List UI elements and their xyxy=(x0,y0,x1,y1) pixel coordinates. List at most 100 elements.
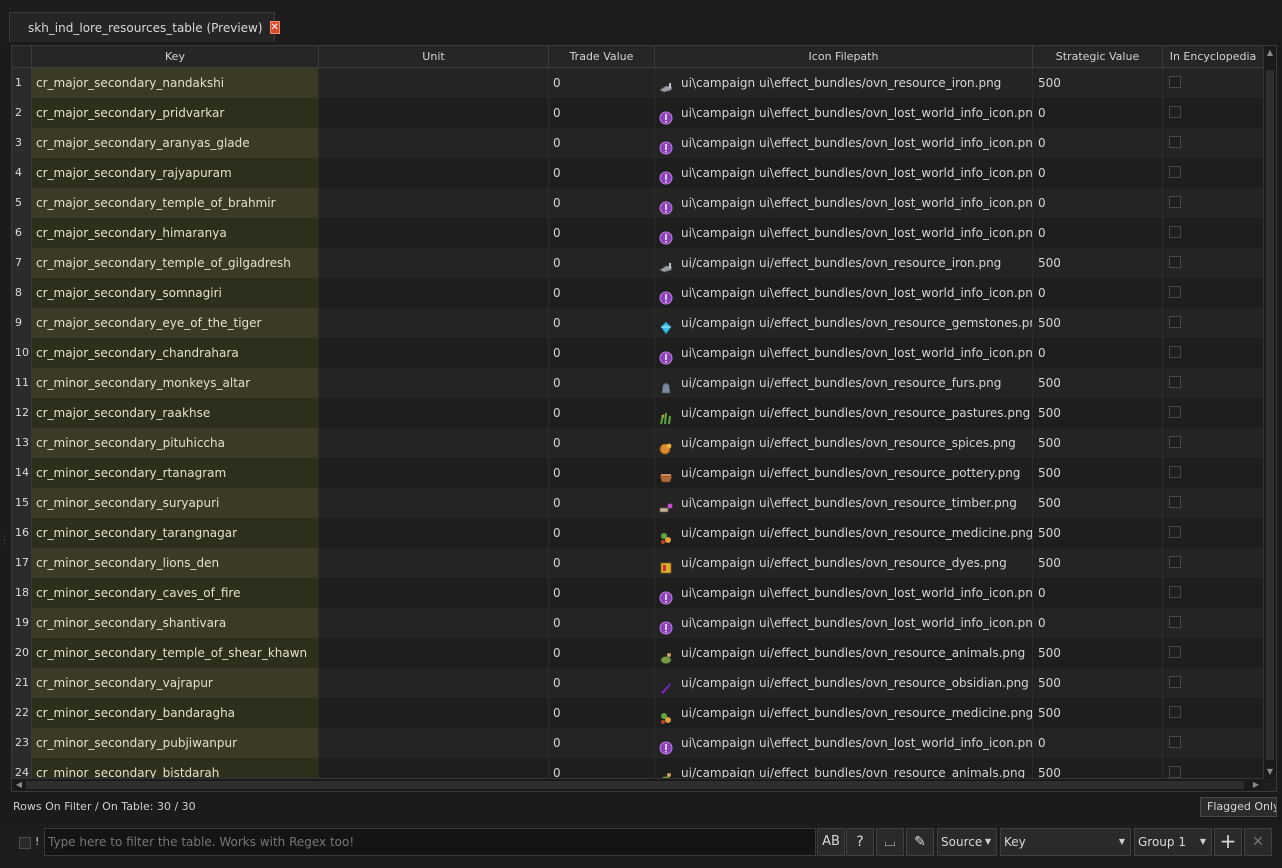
row-number[interactable]: 22 xyxy=(12,698,32,728)
strategic-value-cell[interactable]: 500 xyxy=(1033,668,1163,698)
table-row[interactable]: 6 cr_major_secondary_himaranya 0 ui\campaig… xyxy=(12,218,1276,248)
icon-filepath-cell[interactable]: ui/campaign ui/effect_bundles/ovn_resour… xyxy=(655,458,1033,488)
table-row[interactable]: 1 cr_major_secondary_nandakshi 0 ui\campaig… xyxy=(12,68,1276,98)
table-row[interactable]: 19 cr_minor_secondary_shantivara 0 ui\campa… xyxy=(12,608,1276,638)
in-encyclopedia-checkbox[interactable] xyxy=(1169,376,1181,388)
key-cell[interactable]: cr_minor_secondary_tarangnagar xyxy=(32,518,319,548)
key-cell[interactable]: cr_minor_secondary_bandaragha xyxy=(32,698,319,728)
table-row[interactable]: 5 cr_major_secondary_temple_of_brahmir 0 ui… xyxy=(12,188,1276,218)
trade-value-cell[interactable]: 0 xyxy=(549,758,655,779)
in-encyclopedia-checkbox[interactable] xyxy=(1169,316,1181,328)
trade-value-cell[interactable]: 0 xyxy=(549,248,655,278)
in-encyclopedia-checkbox[interactable] xyxy=(1169,466,1181,478)
icon-filepath-cell[interactable]: ui\campaign ui\effect_bundles/ovn_lost_w… xyxy=(655,98,1033,128)
row-number[interactable]: 15 xyxy=(12,488,32,518)
unit-cell[interactable] xyxy=(319,68,549,98)
icon-filepath-cell[interactable]: ui\campaign ui\effect_bundles/ovn_lost_w… xyxy=(655,278,1033,308)
strategic-value-cell[interactable]: 500 xyxy=(1033,548,1163,578)
table-row[interactable]: 11 cr_minor_secondary_monkeys_altar 0 ui/ca… xyxy=(12,368,1276,398)
trade-value-cell[interactable]: 0 xyxy=(549,188,655,218)
row-number[interactable]: 1 xyxy=(12,68,32,98)
remove-filter-button[interactable]: ✕ xyxy=(1244,828,1272,856)
table-row[interactable]: 12 cr_major_secondary_raakhse 0 ui/campaign… xyxy=(12,398,1276,428)
column-header-icon-filepath[interactable]: Icon Filepath xyxy=(655,46,1033,67)
source-select[interactable]: Source ▼ xyxy=(937,828,997,856)
in-encyclopedia-checkbox[interactable] xyxy=(1169,196,1181,208)
table-row[interactable]: 20 cr_minor_secondary_temple_of_shear_kha… xyxy=(12,638,1276,668)
icon-filepath-cell[interactable]: ui/campaign ui/effect_bundles/ovn_resour… xyxy=(655,698,1033,728)
row-number[interactable]: 24 xyxy=(12,758,32,779)
trade-value-cell[interactable]: 0 xyxy=(549,698,655,728)
unit-cell[interactable] xyxy=(319,128,549,158)
row-number[interactable]: 11 xyxy=(12,368,32,398)
row-number[interactable]: 12 xyxy=(12,398,32,428)
strategic-value-cell[interactable]: 500 xyxy=(1033,638,1163,668)
strategic-value-cell[interactable]: 0 xyxy=(1033,608,1163,638)
add-filter-button[interactable]: + xyxy=(1214,828,1242,856)
in-encyclopedia-checkbox[interactable] xyxy=(1169,706,1181,718)
column-header-in-encyclopedia[interactable]: In Encyclopedia xyxy=(1163,46,1263,67)
icon-filepath-cell[interactable]: ui/campaign ui/effect_bundles/ovn_resour… xyxy=(655,758,1033,779)
table-row[interactable]: 7 cr_major_secondary_temple_of_gilgadresh… xyxy=(12,248,1276,278)
flagged-only-button[interactable]: Flagged Only▾ xyxy=(1200,797,1277,817)
edit-filter-button[interactable]: ✎ xyxy=(906,828,934,856)
key-cell[interactable]: cr_minor_secondary_pubjiwanpur xyxy=(32,728,319,758)
row-number[interactable]: 10 xyxy=(12,338,32,368)
table-row[interactable]: 13 cr_minor_secondary_pituhiccha 0 ui/campa… xyxy=(12,428,1276,458)
unit-cell[interactable] xyxy=(319,188,549,218)
key-cell[interactable]: cr_major_secondary_rajyapuram xyxy=(32,158,319,188)
strategic-value-cell[interactable]: 0 xyxy=(1033,158,1163,188)
unit-cell[interactable] xyxy=(319,98,549,128)
unit-cell[interactable] xyxy=(319,488,549,518)
unit-cell[interactable] xyxy=(319,728,549,758)
strategic-value-cell[interactable]: 0 xyxy=(1033,128,1163,158)
trade-value-cell[interactable]: 0 xyxy=(549,548,655,578)
key-cell[interactable]: cr_major_secondary_chandrahara xyxy=(32,338,319,368)
key-cell[interactable]: cr_major_secondary_temple_of_brahmir xyxy=(32,188,319,218)
trade-value-cell[interactable]: 0 xyxy=(549,488,655,518)
negate-filter-checkbox[interactable] xyxy=(19,837,31,849)
trade-value-cell[interactable]: 0 xyxy=(549,278,655,308)
strategic-value-cell[interactable]: 500 xyxy=(1033,488,1163,518)
key-cell[interactable]: cr_minor_secondary_caves_of_fire xyxy=(32,578,319,608)
table-row[interactable]: 14 cr_minor_secondary_rtanagram 0 ui/campai… xyxy=(12,458,1276,488)
trade-value-cell[interactable]: 0 xyxy=(549,308,655,338)
in-encyclopedia-checkbox[interactable] xyxy=(1169,496,1181,508)
key-cell[interactable]: cr_minor_secondary_rtanagram xyxy=(32,458,319,488)
scroll-up-icon[interactable]: ▲ xyxy=(1265,48,1275,58)
row-number[interactable]: 19 xyxy=(12,608,32,638)
unit-cell[interactable] xyxy=(319,428,549,458)
unit-cell[interactable] xyxy=(319,278,549,308)
trade-value-cell[interactable]: 0 xyxy=(549,638,655,668)
table-row[interactable]: 24 cr_minor_secondary_bistdarah 0 ui/campai… xyxy=(12,758,1276,779)
unit-cell[interactable] xyxy=(319,548,549,578)
key-cell[interactable]: cr_major_secondary_eye_of_the_tiger xyxy=(32,308,319,338)
unit-cell[interactable] xyxy=(319,158,549,188)
row-number[interactable]: 9 xyxy=(12,308,32,338)
unit-cell[interactable] xyxy=(319,338,549,368)
key-cell[interactable]: cr_major_secondary_temple_of_gilgadresh xyxy=(32,248,319,278)
in-encyclopedia-checkbox[interactable] xyxy=(1169,286,1181,298)
key-cell[interactable]: cr_major_secondary_himaranya xyxy=(32,218,319,248)
strategic-value-cell[interactable]: 500 xyxy=(1033,428,1163,458)
table-row[interactable]: 17 cr_minor_secondary_lions_den 0 ui/campai… xyxy=(12,548,1276,578)
scroll-right-icon[interactable]: ▶ xyxy=(1251,780,1261,790)
icon-filepath-cell[interactable]: ui\campaign ui\effect_bundles/ovn_lost_w… xyxy=(655,578,1033,608)
icon-filepath-cell[interactable]: ui/campaign ui/effect_bundles/ovn_resour… xyxy=(655,308,1033,338)
column-header-unit[interactable]: Unit xyxy=(319,46,549,67)
icon-filepath-cell[interactable]: ui\campaign ui\effect_bundles/ovn_lost_w… xyxy=(655,218,1033,248)
column-header-trade-value[interactable]: Trade Value xyxy=(549,46,655,67)
row-number[interactable]: 17 xyxy=(12,548,32,578)
row-number[interactable]: 8 xyxy=(12,278,32,308)
strategic-value-cell[interactable]: 500 xyxy=(1033,398,1163,428)
row-number[interactable]: 21 xyxy=(12,668,32,698)
strategic-value-cell[interactable]: 0 xyxy=(1033,728,1163,758)
unit-cell[interactable] xyxy=(319,518,549,548)
table-row[interactable]: 16 cr_minor_secondary_tarangnagar 0 ui/camp… xyxy=(12,518,1276,548)
key-cell[interactable]: cr_major_secondary_aranyas_glade xyxy=(32,128,319,158)
strategic-value-cell[interactable]: 0 xyxy=(1033,278,1163,308)
table-row[interactable]: 3 cr_major_secondary_aranyas_glade 0 ui\cam… xyxy=(12,128,1276,158)
icon-filepath-cell[interactable]: ui/campaign ui/effect_bundles/ovn_resour… xyxy=(655,368,1033,398)
row-number[interactable]: 6 xyxy=(12,218,32,248)
icon-filepath-cell[interactable]: ui\campaign ui\effect_bundles/ovn_lost_w… xyxy=(655,188,1033,218)
